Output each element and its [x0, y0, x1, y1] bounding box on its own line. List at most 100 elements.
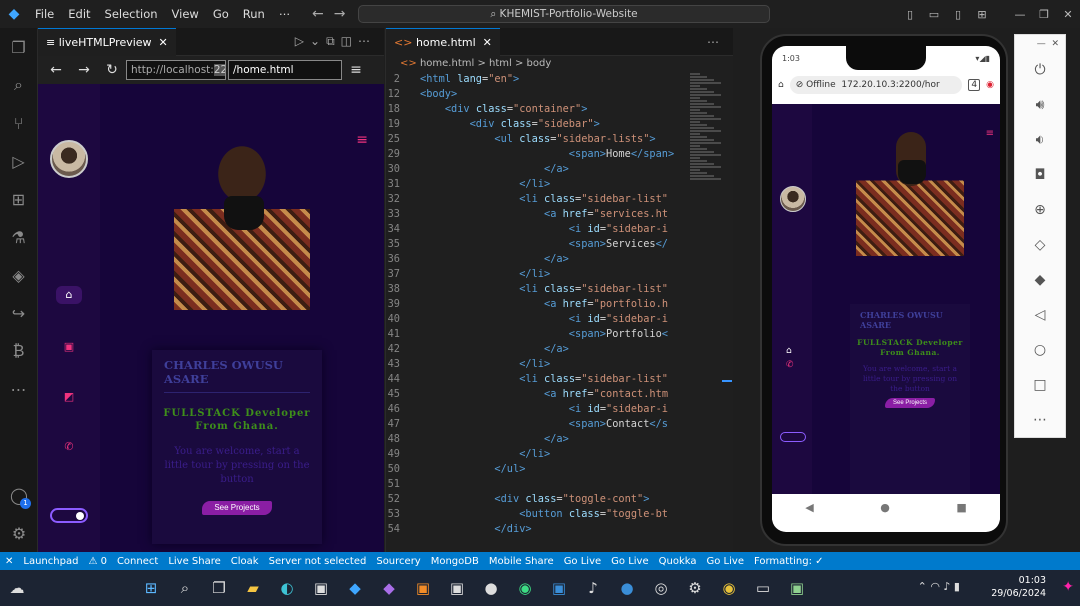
scrollbar-marker[interactable]: [722, 380, 732, 382]
status-item[interactable]: ⚠ 0: [88, 556, 107, 567]
power-icon[interactable]: ⏻: [1015, 53, 1065, 88]
host-address-field[interactable]: http://localhost:2200: [126, 60, 226, 80]
status-item[interactable]: Go Live: [564, 556, 601, 567]
search-icon[interactable]: ⌕: [0, 66, 37, 104]
menu-item[interactable]: Run: [243, 7, 265, 21]
tab-live-preview[interactable]: ≡ liveHTMLPreview ✕: [38, 27, 176, 56]
code-line[interactable]: 53 <button class = "toggle-bt: [386, 507, 686, 522]
settings-icon[interactable]: ⚙: [678, 571, 712, 605]
task-view-icon[interactable]: ❐: [202, 571, 236, 605]
home-circle-icon[interactable]: ○: [1015, 333, 1065, 368]
status-item[interactable]: Launchpad: [23, 556, 78, 567]
sidebar-toggle-icon[interactable]: ▯: [946, 8, 970, 21]
code-line[interactable]: 34 <i id = "sidebar-i: [386, 222, 686, 237]
back-icon[interactable]: ◁: [1015, 298, 1065, 333]
browser-menu-icon[interactable]: ≡: [342, 62, 370, 78]
code-line[interactable]: 43 </li>: [386, 357, 686, 372]
phone-icon[interactable]: ✆: [56, 438, 82, 456]
reload-icon[interactable]: ↻: [98, 62, 126, 78]
run-debug-icon[interactable]: ▷: [0, 142, 37, 180]
code-line[interactable]: 38 <li class = "sidebar-list": [386, 282, 686, 297]
hamburger-menu-icon[interactable]: ≡: [986, 128, 994, 139]
menu-item[interactable]: File: [35, 7, 54, 21]
code-line[interactable]: 25 <ul class = "sidebar-lists" >: [386, 132, 686, 147]
source-control-icon[interactable]: ⑂: [0, 104, 37, 142]
extension-icon[interactable]: ◉: [986, 80, 994, 90]
weather-icon[interactable]: ☁: [0, 571, 34, 605]
code-line[interactable]: 45 <a href = "contact.htm: [386, 387, 686, 402]
status-item[interactable]: Mobile Share: [489, 556, 554, 567]
history-arrows[interactable]: ←→: [312, 6, 355, 22]
linkedin-icon[interactable]: ▣: [542, 571, 576, 605]
panel-icon[interactable]: ▭: [922, 8, 946, 21]
app-store-icon[interactable]: ◎: [644, 571, 678, 605]
zoom-app-icon[interactable]: ●: [610, 571, 644, 605]
briefcase-icon[interactable]: ▣: [56, 338, 82, 356]
store-icon[interactable]: ▣: [304, 571, 338, 605]
hamburger-menu-icon[interactable]: ≡: [356, 132, 368, 148]
code-line[interactable]: 30 </a>: [386, 162, 686, 177]
customize-layout-icon[interactable]: ⊞: [970, 8, 994, 21]
portfolio-icon[interactable]: ◩: [56, 388, 82, 406]
volume-down-icon[interactable]: 🔉︎: [1015, 123, 1065, 158]
code-line[interactable]: 2 <html lang = "en" >: [386, 72, 686, 87]
rotate-right-icon[interactable]: ◆: [1015, 263, 1065, 298]
status-item[interactable]: Live Share: [168, 556, 220, 567]
search-icon[interactable]: ⌕: [168, 571, 202, 605]
edge-icon[interactable]: ◐: [270, 571, 304, 605]
camera-icon[interactable]: ◘: [1015, 158, 1065, 193]
overview-icon[interactable]: □: [1015, 368, 1065, 403]
vs-icon[interactable]: ◆: [372, 571, 406, 605]
github-icon[interactable]: ●: [474, 571, 508, 605]
terminal-app-icon[interactable]: ▣: [440, 571, 474, 605]
close-tab-icon[interactable]: ✕: [476, 36, 492, 49]
home-icon[interactable]: ⌂: [786, 346, 792, 356]
code-line[interactable]: 39 <a href = "portfolio.h: [386, 297, 686, 312]
layout-icon[interactable]: ▯: [898, 8, 922, 21]
more-options-icon[interactable]: ⋯: [1015, 403, 1065, 438]
status-item[interactable]: Server not selected: [269, 556, 367, 567]
status-item[interactable]: Connect: [117, 556, 158, 567]
rotate-left-icon[interactable]: ◇: [1015, 228, 1065, 263]
code-line[interactable]: 47 <span> Contact </s: [386, 417, 686, 432]
code-line[interactable]: 37 </li>: [386, 267, 686, 282]
copilot-icon[interactable]: ✦: [1062, 579, 1074, 595]
code-line[interactable]: 44 <li class = "sidebar-list": [386, 372, 686, 387]
code-line[interactable]: 18 <div class = "container" >: [386, 102, 686, 117]
account-icon[interactable]: ◯ 1: [0, 476, 38, 514]
code-line[interactable]: 35 <span> Services </: [386, 237, 686, 252]
chrome-icon[interactable]: ◉: [712, 571, 746, 605]
code-line[interactable]: 31 </li>: [386, 177, 686, 192]
live-share-icon[interactable]: ↪: [0, 294, 37, 332]
home-icon[interactable]: ⌂: [56, 286, 82, 304]
code-line[interactable]: 12 <body>: [386, 87, 686, 102]
forward-arrow-icon[interactable]: →: [70, 62, 98, 78]
tray-icons[interactable]: ⌃ ◠ ♪ ▮: [918, 580, 960, 593]
start-icon[interactable]: ⊞: [134, 571, 168, 605]
vscode-icon[interactable]: ◆: [338, 571, 372, 605]
tab-home-html[interactable]: <> home.html ✕: [386, 27, 500, 56]
app-icon[interactable]: ▣: [406, 571, 440, 605]
theme-toggle[interactable]: [50, 508, 88, 523]
code-area[interactable]: 2 <html lang = "en" >12 <body> 18 <div class = "…: [386, 72, 686, 552]
see-projects-button[interactable]: See Projects: [885, 398, 935, 408]
code-line[interactable]: 36 </a>: [386, 252, 686, 267]
status-item[interactable]: Cloak: [231, 556, 259, 567]
see-projects-button[interactable]: See Projects: [202, 501, 272, 515]
menu-item[interactable]: Go: [213, 7, 229, 21]
status-item[interactable]: MongoDB: [431, 556, 479, 567]
back-nav-icon[interactable]: ◀: [805, 501, 813, 514]
preview-tools[interactable]: ▷⌄⧉◫⋯: [295, 34, 384, 49]
terminal-icon[interactable]: ▭: [746, 571, 780, 605]
code-line[interactable]: 32 <li class = "sidebar-list": [386, 192, 686, 207]
settings-gear-icon[interactable]: ⚙: [0, 514, 38, 552]
menu-item[interactable]: ⋯: [279, 7, 291, 21]
tabs-count[interactable]: 4: [968, 79, 981, 91]
mobile-address-field[interactable]: ⊘ Offline 172.20.10.3:2200/hor: [789, 76, 963, 94]
code-line[interactable]: 42 </a>: [386, 342, 686, 357]
extensions-icon[interactable]: ⊞: [0, 180, 37, 218]
command-center[interactable]: ⌕ KHEMIST-Portfolio-Website: [358, 5, 770, 23]
code-line[interactable]: 19 <div class = "sidebar" >: [386, 117, 686, 132]
code-line[interactable]: 49 </li>: [386, 447, 686, 462]
menu-item[interactable]: Edit: [68, 7, 90, 21]
